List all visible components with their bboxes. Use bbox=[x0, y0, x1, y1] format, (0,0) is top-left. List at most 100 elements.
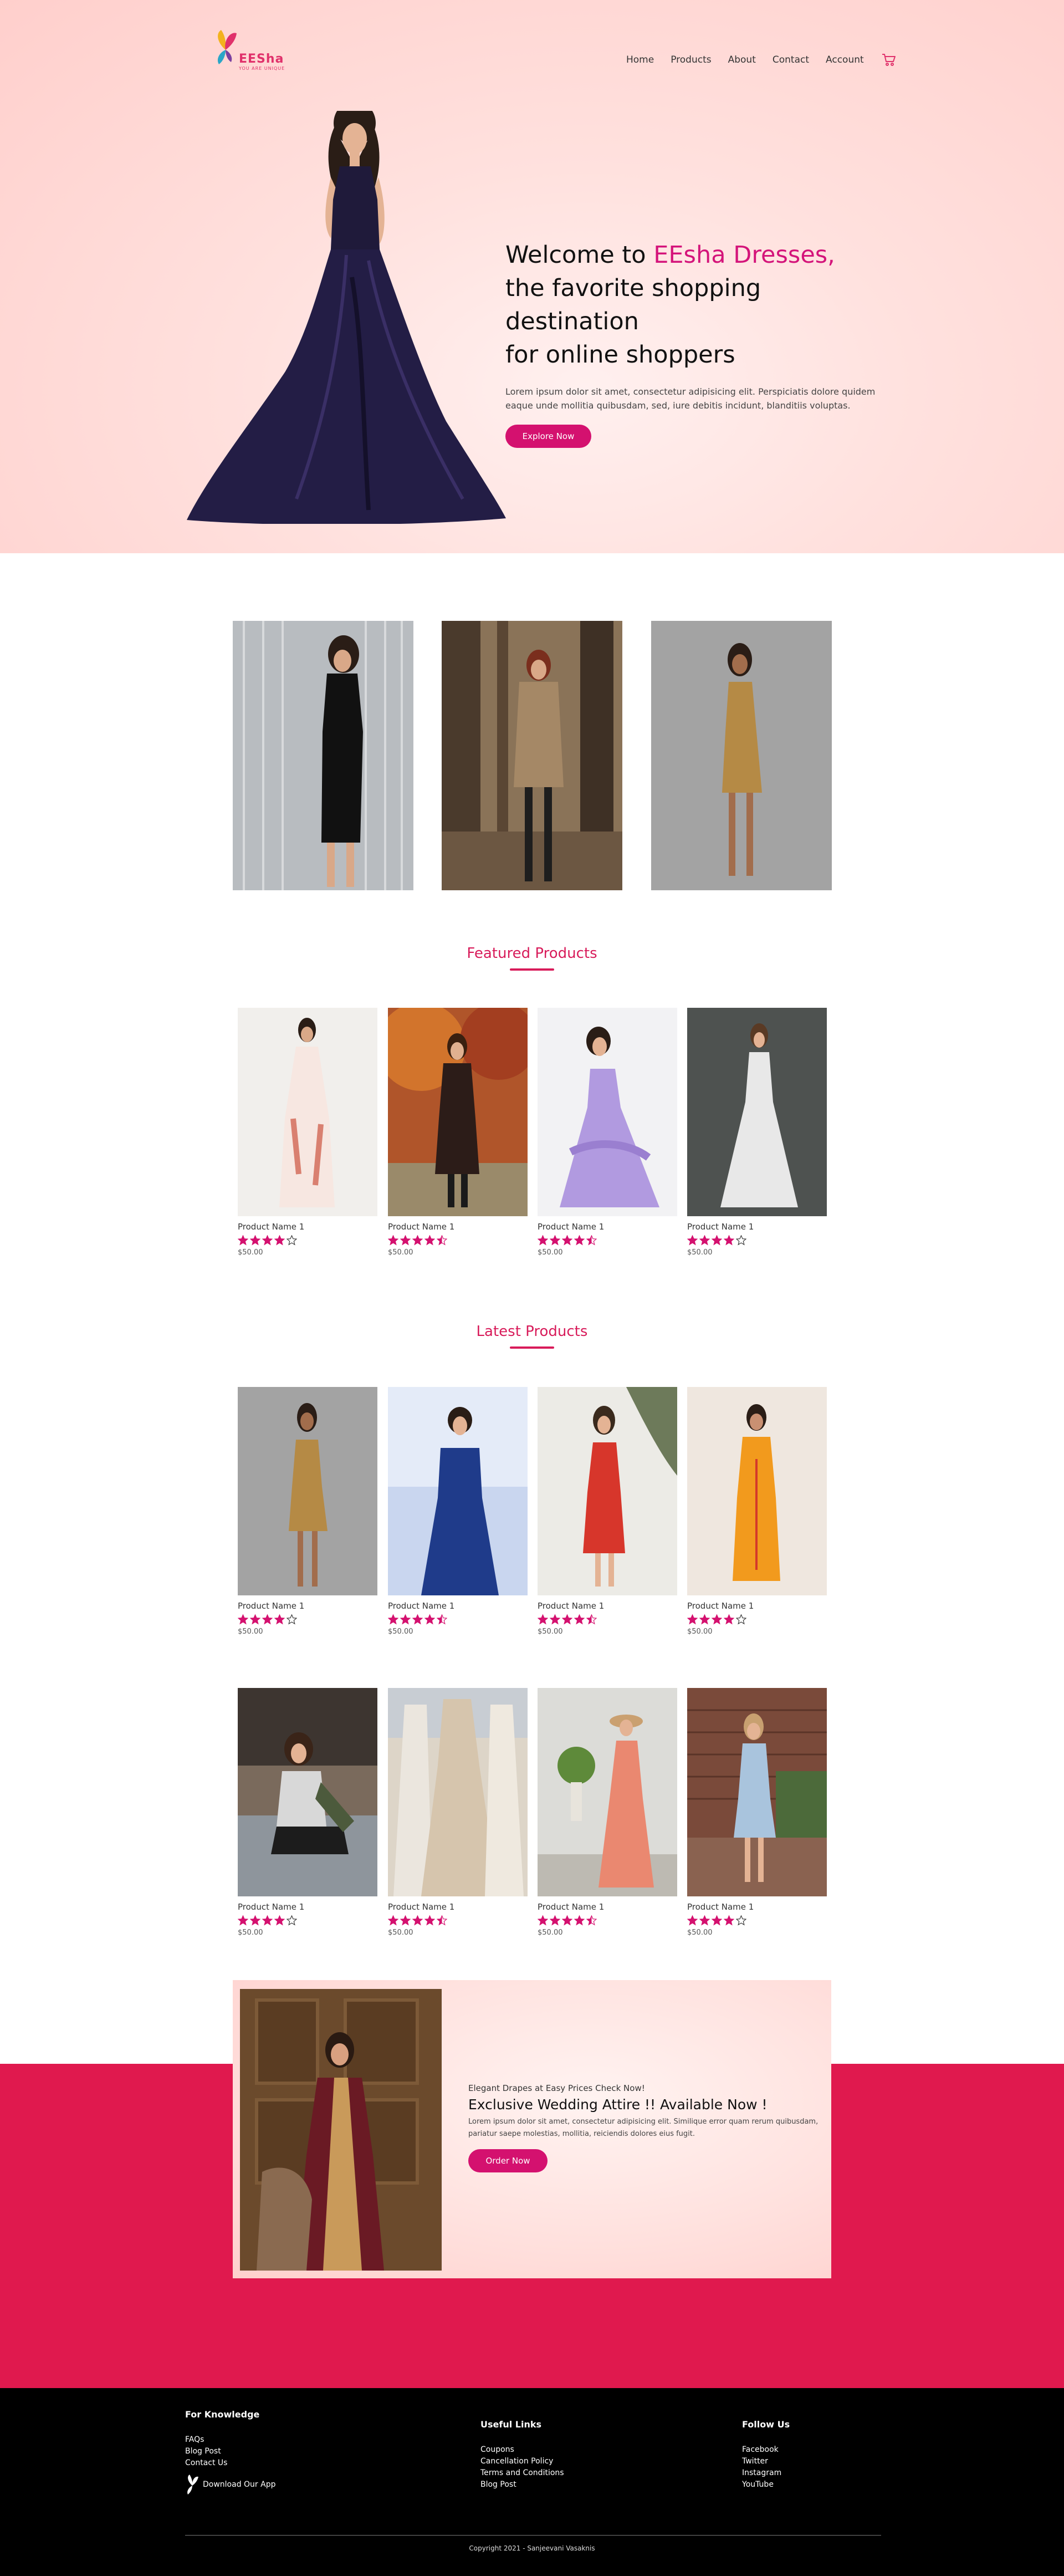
product-card[interactable]: Product Name 1 $50.00 bbox=[388, 1387, 528, 1636]
category-image-fur-coat[interactable] bbox=[442, 621, 622, 890]
product-name[interactable]: Product Name 1 bbox=[687, 1601, 827, 1611]
category-image-gold-dress[interactable] bbox=[651, 621, 832, 890]
star-filled-icon bbox=[687, 1614, 698, 1625]
brand-tagline: YOU ARE UNIQUE bbox=[239, 66, 285, 71]
star-filled-icon bbox=[274, 1614, 285, 1625]
product-card[interactable]: Product Name 1 $50.00 bbox=[687, 1688, 827, 1937]
footer-col-follow: Follow Us Facebook Twitter Instagram You… bbox=[742, 2419, 790, 2491]
nav-contact[interactable]: Contact bbox=[773, 54, 809, 65]
site-footer: For Knowledge FAQs Blog Post Contact Us … bbox=[0, 2388, 1064, 2576]
star-filled-icon bbox=[274, 1235, 285, 1246]
star-empty-icon bbox=[736, 1614, 746, 1625]
product-price: $50.00 bbox=[687, 1248, 713, 1257]
product-image bbox=[687, 1008, 827, 1216]
footer-link-blog-post[interactable]: Blog Post bbox=[185, 2446, 276, 2457]
product-card[interactable]: Product Name 1 $50.00 bbox=[687, 1387, 827, 1636]
product-image bbox=[388, 1008, 528, 1216]
product-rating bbox=[687, 1614, 827, 1625]
promo-subtitle: Elegant Drapes at Easy Prices Check Now! bbox=[468, 2083, 645, 2093]
footer-link-instagram[interactable]: Instagram bbox=[742, 2467, 790, 2479]
product-name[interactable]: Product Name 1 bbox=[238, 1902, 377, 1912]
product-name[interactable]: Product Name 1 bbox=[388, 1902, 528, 1912]
star-filled-icon bbox=[538, 1614, 548, 1625]
product-name[interactable]: Product Name 1 bbox=[538, 1601, 677, 1611]
product-image bbox=[238, 1008, 377, 1216]
wedding-attire-image bbox=[240, 1989, 442, 2271]
star-filled-icon bbox=[562, 1235, 572, 1246]
star-filled-icon bbox=[712, 1235, 722, 1246]
promo-description: Lorem ipsum dolor sit amet, consectetur … bbox=[468, 2118, 819, 2138]
butterfly-logo-icon bbox=[217, 30, 237, 64]
fur-coat-photo bbox=[442, 621, 622, 890]
product-name[interactable]: Product Name 1 bbox=[687, 1902, 827, 1912]
product-price: $50.00 bbox=[538, 1248, 563, 1257]
product-card[interactable]: Product Name 1 $50.00 bbox=[538, 1008, 677, 1257]
product-name[interactable]: Product Name 1 bbox=[538, 1902, 677, 1912]
nav-products[interactable]: Products bbox=[671, 54, 711, 65]
product-rating bbox=[538, 1614, 677, 1625]
footer-link-contact-us[interactable]: Contact Us bbox=[185, 2457, 276, 2469]
star-empty-icon bbox=[736, 1915, 746, 1926]
product-price: $50.00 bbox=[238, 1628, 263, 1636]
copyright-text: Copyright 2021 - Sanjeevani Vasaknis bbox=[469, 2544, 595, 2552]
product-card[interactable]: Product Name 1 $50.00 bbox=[388, 1688, 528, 1937]
nav-home[interactable]: Home bbox=[626, 54, 654, 65]
product-name[interactable]: Product Name 1 bbox=[538, 1222, 677, 1232]
star-filled-icon bbox=[262, 1915, 273, 1926]
footer-link-faqs[interactable]: FAQs bbox=[185, 2434, 276, 2446]
order-now-button[interactable]: Order Now bbox=[468, 2149, 548, 2172]
star-filled-icon bbox=[538, 1915, 548, 1926]
hero-section: EESha YOU ARE UNIQUE Home Products About… bbox=[0, 0, 1064, 553]
explore-now-button[interactable]: Explore Now bbox=[505, 425, 591, 448]
product-image bbox=[687, 1688, 827, 1896]
product-price: $50.00 bbox=[238, 1929, 263, 1937]
product-name[interactable]: Product Name 1 bbox=[388, 1601, 528, 1611]
download-app-link[interactable]: Download Our App bbox=[185, 2473, 276, 2496]
product-name[interactable]: Product Name 1 bbox=[388, 1222, 528, 1232]
main-nav: Home Products About Contact Account bbox=[626, 53, 896, 67]
product-card[interactable]: Product Name 1 $50.00 bbox=[238, 1688, 377, 1937]
footer-link-youtube[interactable]: YouTube bbox=[742, 2479, 790, 2491]
footer-link-twitter[interactable]: Twitter bbox=[742, 2456, 790, 2467]
footer-useful-title: Useful Links bbox=[480, 2419, 542, 2430]
footer-link-terms[interactable]: Terms and Conditions bbox=[480, 2467, 564, 2479]
product-card[interactable]: Product Name 1 $50.00 bbox=[238, 1387, 377, 1636]
star-filled-icon bbox=[412, 1614, 423, 1625]
featured-title-underline bbox=[510, 968, 554, 971]
star-filled-icon bbox=[274, 1915, 285, 1926]
product-card[interactable]: Product Name 1 $50.00 bbox=[687, 1008, 827, 1257]
footer-knowledge-title: For Knowledge bbox=[185, 2409, 260, 2420]
footer-col-useful: Useful Links Coupons Cancellation Policy… bbox=[480, 2419, 564, 2491]
footer-link-coupons[interactable]: Coupons bbox=[480, 2444, 564, 2456]
product-image bbox=[538, 1008, 677, 1216]
footer-link-cancellation-policy[interactable]: Cancellation Policy bbox=[480, 2456, 564, 2467]
latest-products-title: Latest Products bbox=[476, 1323, 588, 1340]
star-filled-icon bbox=[574, 1235, 585, 1246]
product-card[interactable]: Product Name 1 $50.00 bbox=[388, 1008, 528, 1257]
nav-account[interactable]: Account bbox=[826, 54, 864, 65]
brand-logo[interactable]: EESha YOU ARE UNIQUE bbox=[213, 28, 296, 72]
product-price: $50.00 bbox=[238, 1248, 263, 1257]
star-filled-icon bbox=[424, 1235, 435, 1246]
star-filled-icon bbox=[574, 1614, 585, 1625]
star-filled-icon bbox=[238, 1915, 248, 1926]
star-filled-icon bbox=[712, 1614, 722, 1625]
product-card[interactable]: Product Name 1 $50.00 bbox=[538, 1387, 677, 1636]
nav-about[interactable]: About bbox=[728, 54, 756, 65]
category-image-black-dress[interactable] bbox=[233, 621, 413, 890]
product-name[interactable]: Product Name 1 bbox=[238, 1222, 377, 1232]
star-filled-icon bbox=[250, 1915, 260, 1926]
star-half-icon bbox=[586, 1235, 597, 1246]
star-filled-icon bbox=[712, 1915, 722, 1926]
cart-icon[interactable] bbox=[882, 53, 896, 67]
footer-link-facebook[interactable]: Facebook bbox=[742, 2444, 790, 2456]
product-card[interactable]: Product Name 1 $50.00 bbox=[238, 1008, 377, 1257]
featured-products-title: Featured Products bbox=[467, 945, 597, 962]
product-image bbox=[238, 1387, 377, 1595]
product-name[interactable]: Product Name 1 bbox=[238, 1601, 377, 1611]
footer-link-blog-post-2[interactable]: Blog Post bbox=[480, 2479, 564, 2491]
product-name[interactable]: Product Name 1 bbox=[687, 1222, 827, 1232]
star-filled-icon bbox=[412, 1235, 423, 1246]
product-card[interactable]: Product Name 1 $50.00 bbox=[538, 1688, 677, 1937]
product-price: $50.00 bbox=[538, 1929, 563, 1937]
